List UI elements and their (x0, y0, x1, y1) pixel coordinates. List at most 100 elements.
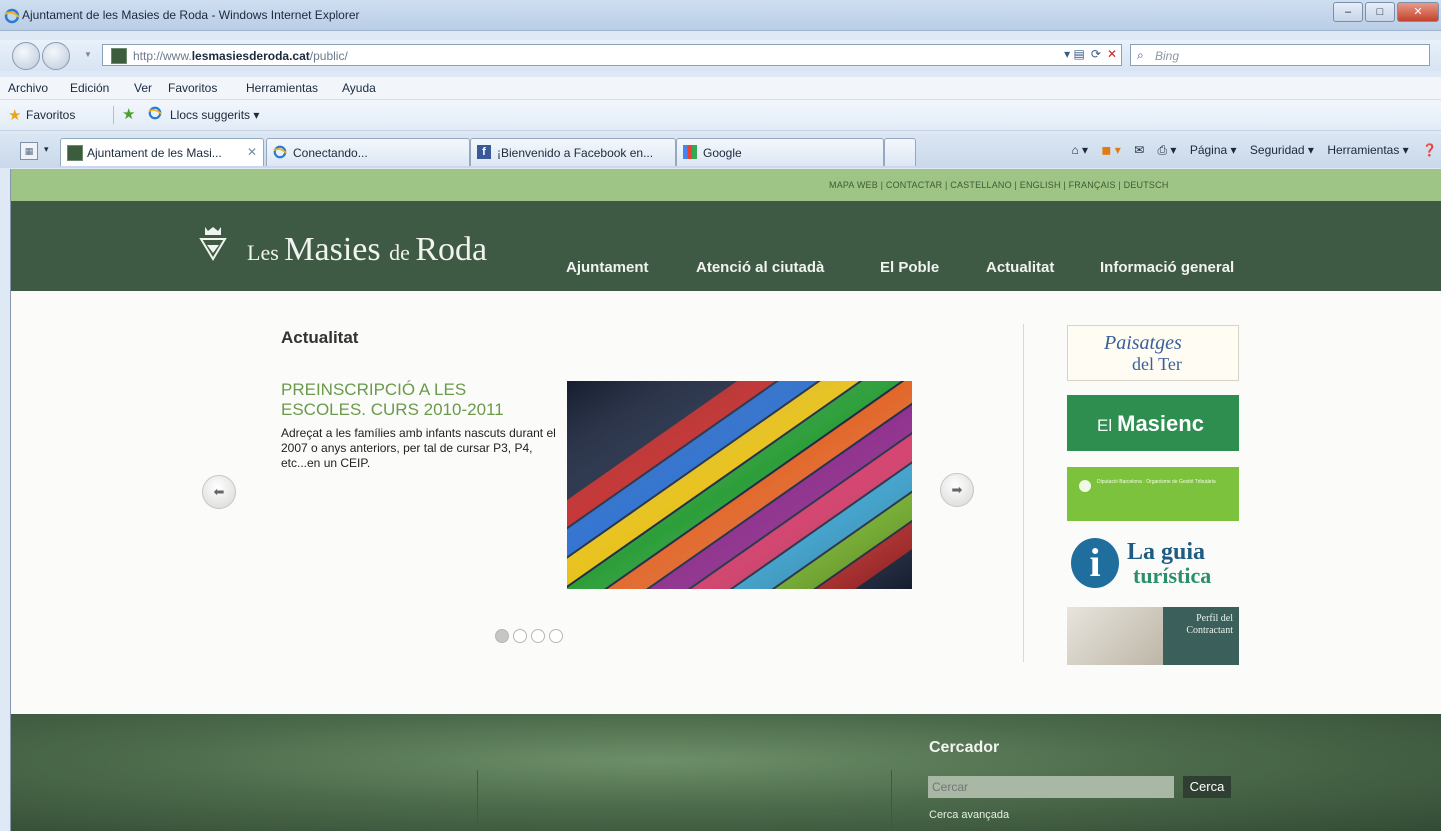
menu-herramientas[interactable]: Herramientas (246, 81, 318, 95)
nav-el-poble[interactable]: El Poble (880, 259, 939, 276)
favorites-star-icon[interactable]: ★ (8, 106, 21, 124)
minimize-button[interactable]: – (1333, 2, 1363, 22)
banner-text: El Masienc (1097, 411, 1204, 436)
site-favicon (111, 48, 127, 64)
banner-paisatges-del-ter[interactable]: Paisatges del Ter (1067, 325, 1239, 381)
site-footer: Cercador Cerca Cerca avançada (11, 714, 1441, 831)
tab-bar: ▦ ▾ Ajuntament de les Masi... ✕ Conectan… (0, 134, 1441, 168)
section-title: Actualitat (281, 328, 359, 347)
next-slide-button[interactable]: ➡ (940, 473, 974, 507)
news-photo-crayons[interactable] (567, 381, 912, 589)
print-icon[interactable]: ⎙ ▾ (1158, 143, 1177, 157)
url-text[interactable]: http://www.lesmasiesderoda.cat/public/ (133, 49, 348, 63)
ie-icon (148, 106, 162, 120)
site-name[interactable]: Les Masies de Roda (247, 231, 487, 269)
tab-list-dropdown-icon[interactable]: ▾ (44, 144, 49, 155)
tab-google[interactable]: Google (676, 138, 884, 166)
crest-logo[interactable] (199, 225, 227, 261)
feeds-icon[interactable]: ◼ ▾ (1101, 143, 1120, 157)
security-menu[interactable]: Seguridad ▾ (1250, 143, 1314, 157)
banner-text: turística (1133, 563, 1212, 588)
search-placeholder: Bing (1155, 49, 1180, 63)
address-bar: ▼ http://www.lesmasiesderoda.cat/public/… (0, 40, 1441, 71)
nav-informacio-general[interactable]: Informació general (1100, 259, 1234, 276)
url-field[interactable]: http://www.lesmasiesderoda.cat/public/ ▾… (102, 44, 1122, 66)
page-viewport: MAPA WEB | CONTACTAR | CASTELLANO | ENGL… (10, 169, 1441, 831)
add-favorite-icon[interactable]: ★ (122, 105, 135, 123)
tab-ajuntament[interactable]: Ajuntament de les Masi... ✕ (60, 138, 264, 166)
slide-dot-2[interactable] (513, 629, 527, 643)
slide-dot-3[interactable] (531, 629, 545, 643)
slide-dots (495, 629, 563, 643)
page-menu[interactable]: Página ▾ (1190, 143, 1237, 157)
suggested-sites-button[interactable]: Llocs suggerits ▾ (170, 108, 259, 122)
main-content: Actualitat PREINSCRIPCIÓ A LES ESCOLES. … (11, 291, 1441, 714)
banner-text: del Ter (1132, 354, 1182, 374)
menu-ayuda[interactable]: Ayuda (342, 81, 376, 95)
window-title: Ajuntament de les Masies de Roda - Windo… (22, 8, 360, 22)
slide-dot-1[interactable] (495, 629, 509, 643)
tab-facebook[interactable]: f ¡Bienvenido a Facebook en... (470, 138, 676, 166)
ie-icon (273, 145, 287, 159)
top-links[interactable]: MAPA WEB | CONTACTAR | CASTELLANO | ENGL… (829, 180, 1169, 190)
slide-dot-4[interactable] (549, 629, 563, 643)
menu-archivo[interactable]: Archivo (8, 81, 48, 95)
stop-icon[interactable]: ✕ (1107, 47, 1117, 61)
home-icon[interactable]: ⌂ ▾ (1071, 143, 1088, 157)
title-bar: Ajuntament de les Masies de Roda - Windo… (0, 0, 1441, 31)
menu-favoritos[interactable]: Favoritos (168, 81, 217, 95)
quick-tabs-icon[interactable]: ▦ (20, 142, 38, 160)
tools-menu[interactable]: Herramientas ▾ (1327, 143, 1408, 157)
banner-guia-turistica[interactable]: i La guia turística (1067, 535, 1239, 593)
divider (891, 770, 892, 831)
mail-icon[interactable]: ✉ (1134, 143, 1144, 157)
info-icon: i (1071, 538, 1119, 588)
new-tab-button[interactable] (884, 138, 916, 166)
search-box[interactable]: ⌕ Bing (1130, 44, 1430, 66)
search-title: Cercador (929, 739, 1000, 756)
menu-ver[interactable]: Ver (134, 81, 152, 95)
menu-bar: Archivo Edición Ver Favoritos Herramient… (0, 77, 1441, 100)
site-header: Les Masies de Roda Ajuntament Atenció al… (11, 201, 1441, 291)
divider (477, 770, 478, 831)
tab-label: ¡Bienvenido a Facebook en... (497, 146, 654, 160)
divider (1023, 324, 1024, 662)
search-icon: ⌕ (1137, 48, 1144, 62)
tab-label: Google (703, 146, 742, 160)
diputacio-logo-icon (1079, 480, 1091, 492)
site-favicon (67, 145, 83, 161)
tab-label: Conectando... (293, 146, 368, 160)
maximize-button[interactable]: □ (1365, 2, 1395, 22)
close-tab-icon[interactable]: ✕ (247, 145, 257, 159)
refresh-icon[interactable]: ⟳ (1091, 47, 1101, 61)
news-headline[interactable]: PREINSCRIPCIÓ A LES ESCOLES. CURS 2010-2… (281, 380, 551, 420)
site-search-input[interactable] (928, 776, 1174, 798)
help-icon[interactable]: ❓ (1422, 143, 1437, 157)
compat-view-icon[interactable]: ▾ ▤ (1064, 47, 1085, 61)
nav-ajuntament[interactable]: Ajuntament (566, 259, 649, 276)
window-controls: – □ ✕ (1331, 2, 1439, 22)
facebook-icon: f (477, 145, 491, 159)
close-window-button[interactable]: ✕ (1397, 2, 1439, 22)
nav-atencio-ciutada[interactable]: Atenció al ciutadà (696, 259, 824, 276)
menu-edicion[interactable]: Edición (70, 81, 109, 95)
banner-diputacio-barcelona[interactable]: Diputació Barcelona · Organisme de Gesti… (1067, 467, 1239, 521)
advanced-search-link[interactable]: Cerca avançada (929, 809, 1009, 821)
prev-slide-button[interactable]: ⬅ (202, 475, 236, 509)
banner-text: Paisatges (1104, 332, 1182, 354)
favorites-button[interactable]: Favoritos (26, 108, 75, 122)
nav-actualitat[interactable]: Actualitat (986, 259, 1054, 276)
divider (113, 106, 114, 124)
site-search-button[interactable]: Cerca (1183, 776, 1231, 798)
banner-perfil-contractant[interactable]: Perfil del Contractant (1067, 607, 1239, 665)
banner-text: La guia (1127, 539, 1206, 565)
tab-label: Ajuntament de les Masi... (87, 146, 222, 160)
contract-signing-image (1067, 607, 1163, 665)
address-tools: ▾ ▤ ⟳ ✕ (1064, 47, 1117, 61)
forward-button[interactable] (42, 42, 70, 70)
back-button[interactable] (12, 42, 40, 70)
history-dropdown-icon[interactable]: ▼ (84, 50, 92, 59)
tab-conectando[interactable]: Conectando... (266, 138, 470, 166)
browser-window: Ajuntament de les Masies de Roda - Windo… (0, 0, 1441, 831)
banner-el-masienc[interactable]: El Masienc (1067, 395, 1239, 451)
